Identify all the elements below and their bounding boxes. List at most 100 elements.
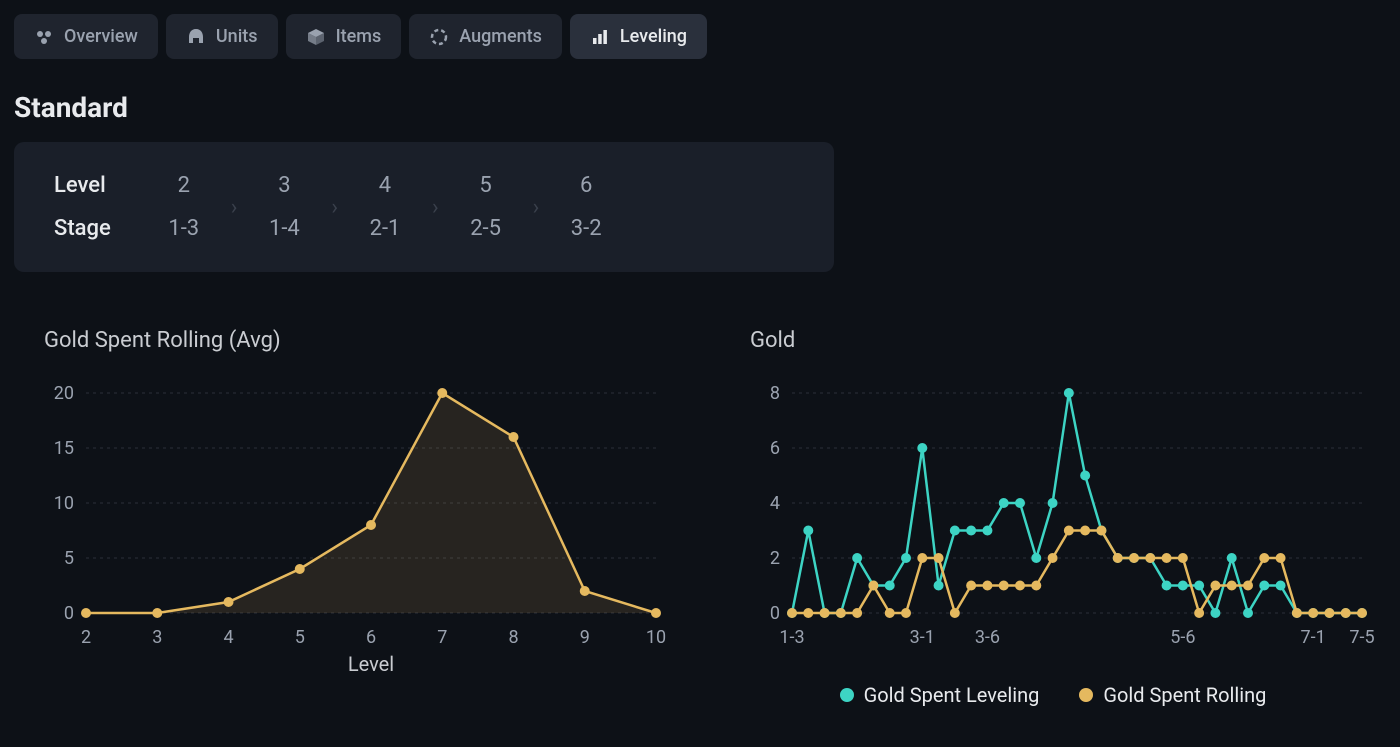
chart-point (1031, 581, 1041, 591)
tab-leveling[interactable]: Leveling (570, 14, 707, 59)
chart-point (152, 608, 162, 618)
chart-legend: Gold Spent Leveling Gold Spent Rolling (720, 683, 1386, 707)
chart-point (437, 388, 447, 398)
chart-title: Gold (750, 328, 1386, 353)
legend-label: Gold Spent Leveling (864, 683, 1040, 707)
chart-point (651, 608, 661, 618)
x-tick-label: 9 (580, 627, 590, 648)
chart-point (836, 608, 846, 618)
tab-label: Units (216, 26, 258, 47)
chart-point (1194, 581, 1204, 591)
x-tick-label: 2 (81, 627, 91, 648)
chart-point (224, 597, 234, 607)
tab-augments[interactable]: Augments (409, 14, 562, 59)
x-tick-label: 3 (152, 627, 162, 648)
leveling-path-panel: LevelStage21-3›31-4›42-1›52-5›63-2 (14, 142, 834, 272)
chart-point (852, 553, 862, 563)
y-tick-label: 10 (54, 493, 74, 514)
helmet-icon (186, 27, 206, 47)
leveling-step-level: 4 (360, 168, 410, 203)
chart-point (1064, 388, 1074, 398)
chart-point (950, 526, 960, 536)
chevron-right-icon: › (529, 195, 544, 220)
chevron-right-icon: › (428, 195, 443, 220)
view-tabs: Overview Units Items Augments Leveling (14, 14, 1386, 59)
chart-point (1031, 553, 1041, 563)
y-tick-label: 8 (770, 383, 780, 404)
leveling-step: 21-3 (141, 168, 227, 246)
chart-title: Gold Spent Rolling (Avg) (44, 328, 680, 353)
x-tick-label: 5-6 (1170, 627, 1195, 648)
chart-point (901, 553, 911, 563)
leveling-step: 31-4 (241, 168, 327, 246)
chart-point (982, 526, 992, 536)
chart-point (868, 581, 878, 591)
chart-point (1276, 553, 1286, 563)
cube-icon (306, 27, 326, 47)
chart-point (803, 526, 813, 536)
section-title: Standard (14, 91, 1386, 124)
legend-swatch (1079, 688, 1093, 702)
chart-point (966, 526, 976, 536)
chart-point (1080, 471, 1090, 481)
chevron-right-icon: › (327, 195, 342, 220)
y-tick-label: 4 (770, 493, 780, 514)
chart-point (1243, 608, 1253, 618)
legend-item: Gold Spent Leveling (840, 683, 1040, 707)
y-tick-label: 5 (64, 548, 74, 569)
chart-point (366, 520, 376, 530)
x-tick-label: 5 (295, 627, 305, 648)
leveling-step-level: 3 (259, 168, 309, 203)
legend-item: Gold Spent Rolling (1079, 683, 1266, 707)
leveling-step: 63-2 (543, 168, 629, 246)
chart-point (1178, 553, 1188, 563)
x-tick-label: 1-3 (779, 627, 804, 648)
leveling-step-level: 2 (159, 168, 209, 203)
leveling-step: 42-1 (342, 168, 428, 246)
leveling-step-level: 6 (561, 168, 611, 203)
chart-point (1015, 581, 1025, 591)
chart-point (852, 608, 862, 618)
chart-point (1162, 581, 1172, 591)
chart-point (950, 608, 960, 618)
cluster-icon (34, 27, 54, 47)
chart-point (580, 586, 590, 596)
chart-point (885, 581, 895, 591)
x-tick-label: 7 (437, 627, 447, 648)
chart-point (1227, 581, 1237, 591)
chart-point (1243, 581, 1253, 591)
chart-point (1357, 608, 1367, 618)
tab-label: Leveling (620, 26, 687, 47)
chart-point (934, 553, 944, 563)
chart-point (1276, 581, 1286, 591)
chart-point (803, 608, 813, 618)
chart-point (999, 581, 1009, 591)
tab-items[interactable]: Items (286, 14, 402, 59)
level-row-label: Level (54, 168, 106, 203)
legend-swatch (840, 688, 854, 702)
tab-overview[interactable]: Overview (14, 14, 158, 59)
x-tick-label: 3-1 (910, 627, 935, 648)
stage-row-label: Stage (54, 211, 111, 246)
tab-label: Items (336, 26, 382, 47)
chart-rolling-avg-svg: 051015202345678910Level (32, 383, 672, 683)
leveling-step-stage: 2-1 (360, 211, 410, 246)
chart-point (901, 608, 911, 618)
chart-point (1210, 581, 1220, 591)
tab-label: Augments (459, 26, 542, 47)
chart-gold-by-stage-svg: 024681-33-13-65-67-17-5 (738, 383, 1378, 683)
chart-point (966, 581, 976, 591)
chart-point (1096, 526, 1106, 536)
leveling-step-stage: 1-3 (159, 211, 209, 246)
chart-point (1048, 498, 1058, 508)
chart-point (1341, 608, 1351, 618)
leveling-step-stage: 1-4 (259, 211, 309, 246)
chart-point (1162, 553, 1172, 563)
bar-chart-icon (590, 27, 610, 47)
chart-point (1227, 553, 1237, 563)
y-tick-label: 15 (54, 438, 74, 459)
chart-point (1259, 581, 1269, 591)
x-tick-label: 6 (366, 627, 376, 648)
chart-point (820, 608, 830, 618)
tab-units[interactable]: Units (166, 14, 278, 59)
